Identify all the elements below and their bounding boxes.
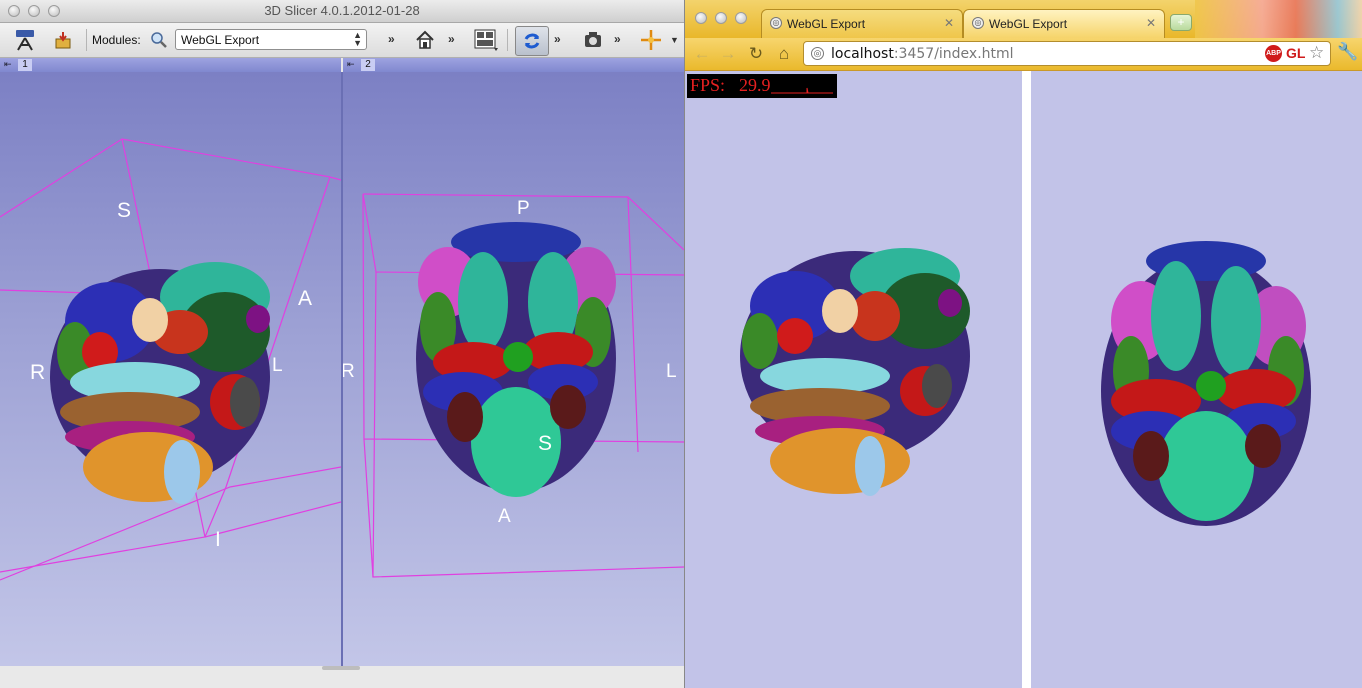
globe-icon: ◎ xyxy=(811,47,824,60)
home-icon[interactable]: ⌂ xyxy=(773,43,795,65)
slicer-title-bar: 3D Slicer 4.0.1.2012-01-28 xyxy=(0,0,684,23)
view-number: 1 xyxy=(18,59,32,71)
close-window-button[interactable] xyxy=(695,12,707,24)
toolbar-overflow-icon[interactable]: » xyxy=(614,32,621,46)
tab-label: WebGL Export xyxy=(989,17,1068,31)
canvas-divider xyxy=(1022,71,1031,688)
slicer-toolbar: Modules: WebGL Export ▲ ▼ » » » » ▼ xyxy=(0,23,684,58)
url-path: :3457/index.html xyxy=(893,46,1014,62)
orientation-label-superior: S xyxy=(538,432,553,455)
tab-strip: ◎ WebGL Export ✕ ◎ WebGL Export ✕ + xyxy=(685,0,1362,38)
orientation-label-anterior: A xyxy=(298,287,313,310)
mrml-data-icon[interactable] xyxy=(12,27,38,53)
close-tab-icon[interactable]: ✕ xyxy=(944,16,954,30)
theme-decoration xyxy=(1195,0,1362,38)
view-number: 2 xyxy=(361,59,375,71)
reload-icon[interactable]: ↻ xyxy=(745,43,767,65)
view-1-controller-bar[interactable]: ⇤ 1 xyxy=(0,58,341,72)
orientation-label-left: L xyxy=(666,361,677,382)
updown-arrows-icon: ▲ ▼ xyxy=(353,30,362,48)
browser-window: ◎ WebGL Export ✕ ◎ WebGL Export ✕ + ← → … xyxy=(684,0,1362,688)
orientation-label-superior: S xyxy=(117,199,132,222)
globe-icon: ◎ xyxy=(770,17,782,29)
crosshair-icon[interactable] xyxy=(638,27,664,53)
webgl-canvas-area[interactable]: FPS: 29.9 xyxy=(685,71,1362,688)
layout-icon[interactable] xyxy=(473,27,499,53)
tab-label: WebGL Export xyxy=(787,17,866,31)
globe-icon: ◎ xyxy=(972,17,984,29)
reset-view-icon[interactable] xyxy=(515,26,549,56)
screenshot-icon[interactable] xyxy=(580,27,606,53)
browser-toolbar: ← → ↻ ⌂ ◎ localhost:3457/index.html ABP … xyxy=(685,38,1362,71)
toolbar-separator xyxy=(86,29,87,51)
new-tab-button[interactable]: + xyxy=(1170,14,1192,31)
toolbar-overflow-icon[interactable]: » xyxy=(388,32,395,46)
pin-icon[interactable]: ⇤ xyxy=(347,59,355,70)
toolbar-overflow-icon[interactable]: » xyxy=(448,32,455,46)
pin-icon[interactable]: ⇤ xyxy=(4,59,12,70)
toolbar-separator xyxy=(507,29,508,51)
modules-label: Modules: xyxy=(92,33,141,47)
orientation-label-inferior: I xyxy=(215,528,221,551)
tab-webgl-export-1[interactable]: ◎ WebGL Export ✕ xyxy=(761,9,963,38)
gl-extension-icon[interactable]: GL xyxy=(1286,45,1305,61)
brain-model-superior xyxy=(416,222,616,497)
home-icon[interactable] xyxy=(412,27,438,53)
adblock-icon[interactable]: ABP xyxy=(1265,45,1282,62)
address-bar[interactable]: ◎ localhost:3457/index.html ABP GL ☆ xyxy=(803,41,1331,66)
url-text[interactable]: localhost:3457/index.html xyxy=(831,46,1014,62)
orientation-label-anterior: A xyxy=(498,506,511,527)
slicer-window: 3D Slicer 4.0.1.2012-01-28 Modules: WebG… xyxy=(0,0,684,688)
minimize-window-button[interactable] xyxy=(715,12,727,24)
orientation-label-posterior: P xyxy=(517,198,530,219)
webgl-brain-superior xyxy=(1101,241,1311,526)
forward-arrow-icon[interactable]: → xyxy=(717,43,739,65)
slicer-3d-view-2[interactable]: P S R L A xyxy=(343,72,684,666)
dropdown-arrow-icon[interactable]: ▼ xyxy=(670,35,679,45)
slicer-3d-view-1[interactable]: S A R L I xyxy=(0,72,341,666)
orientation-label-left: L xyxy=(272,355,283,376)
close-tab-icon[interactable]: ✕ xyxy=(1146,16,1156,30)
tab-webgl-export-2[interactable]: ◎ WebGL Export ✕ xyxy=(963,9,1165,38)
module-selector-value: WebGL Export xyxy=(181,33,260,47)
back-arrow-icon[interactable]: ← xyxy=(691,43,713,65)
webgl-brain-lateral xyxy=(740,248,970,496)
slicer-window-title: 3D Slicer 4.0.1.2012-01-28 xyxy=(264,3,420,18)
orientation-label-right: R xyxy=(343,361,355,382)
orientation-label-right: R xyxy=(30,361,46,384)
wrench-menu-icon[interactable]: 🔧 xyxy=(1337,42,1358,62)
slicer-status-area xyxy=(0,666,684,688)
module-search-icon[interactable] xyxy=(146,27,172,53)
view-2-controller-bar[interactable]: ⇤ 2 xyxy=(343,58,684,72)
url-host: localhost xyxy=(831,46,894,62)
bookmark-star-icon[interactable]: ☆ xyxy=(1309,43,1324,63)
toolbar-overflow-icon[interactable]: » xyxy=(554,32,561,46)
load-data-icon[interactable] xyxy=(50,27,76,53)
module-selector[interactable]: WebGL Export ▲ ▼ xyxy=(175,29,367,50)
brain-model-lateral xyxy=(50,262,270,504)
resize-grip[interactable] xyxy=(322,666,360,670)
zoom-window-button[interactable] xyxy=(735,12,747,24)
